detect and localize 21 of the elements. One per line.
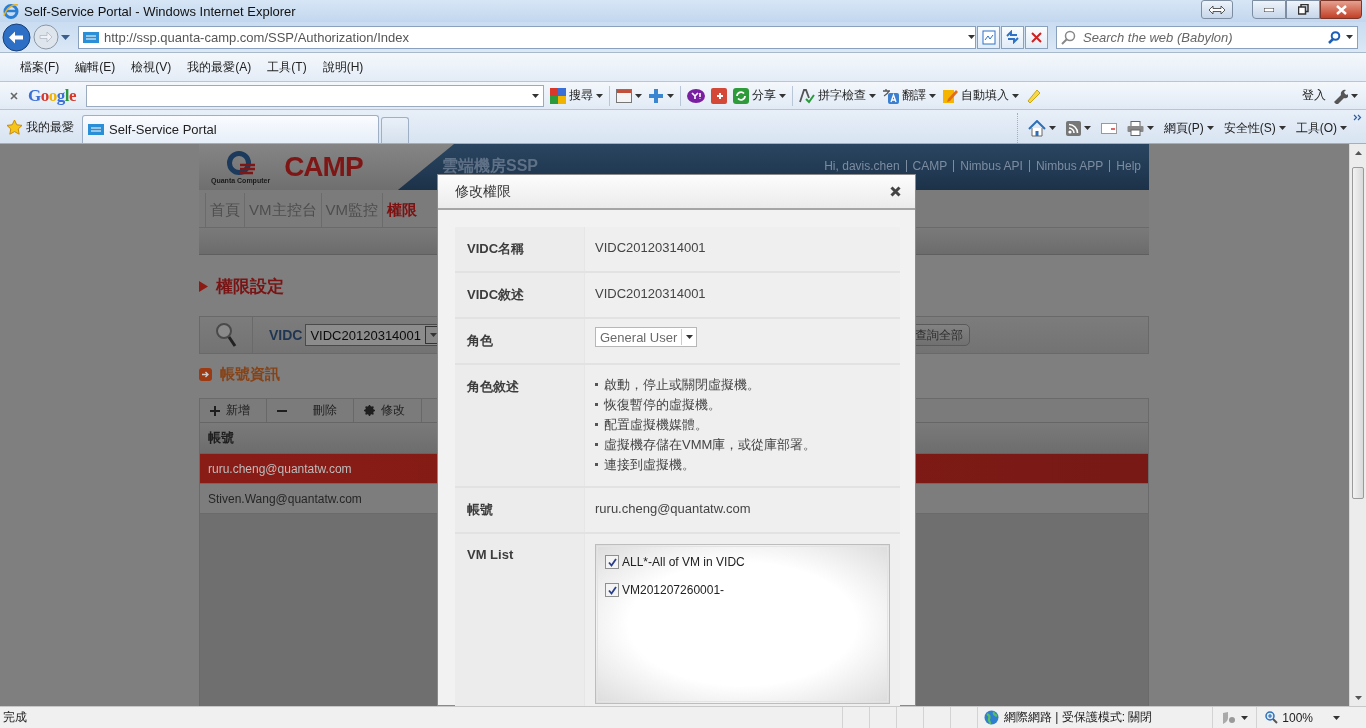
field-label: VIDC敘述 <box>455 273 585 317</box>
status-text: 完成 <box>3 709 27 726</box>
role-description-item: 恢復暫停的虛擬機。 <box>604 397 721 412</box>
dialog-title: 修改權限 <box>455 182 511 201</box>
field-label: VIDC名稱 <box>455 227 585 271</box>
brand-logo: CAMP <box>284 151 363 183</box>
role-description-item: 啟動，停止或關閉虛擬機。 <box>604 377 760 392</box>
role-description-item: 虛擬機存儲在VMM庫，或從庫部署。 <box>604 437 817 452</box>
google-logo: Google <box>28 85 76 106</box>
field-label: VM List <box>455 534 585 706</box>
field-label: 角色敘述 <box>455 365 585 486</box>
filter-label: VIDC <box>269 327 303 343</box>
greeting-text: Hi, davis.chen <box>824 159 900 173</box>
security-zone-text: 網際網路 | 受保護模式: 關閉 <box>1003 709 1153 726</box>
window-title: Self-Service Portal - Windows Internet Explorer <box>24 3 296 19</box>
site-title: 雲端機房SSP <box>442 156 538 176</box>
section-title: 帳號資訊 <box>220 364 280 384</box>
field-label: 帳號 <box>455 488 585 532</box>
section-title: 權限設定 <box>216 275 284 298</box>
field-label: 角色 <box>455 319 585 363</box>
role-description-item: 連接到虛擬機。 <box>604 457 695 472</box>
